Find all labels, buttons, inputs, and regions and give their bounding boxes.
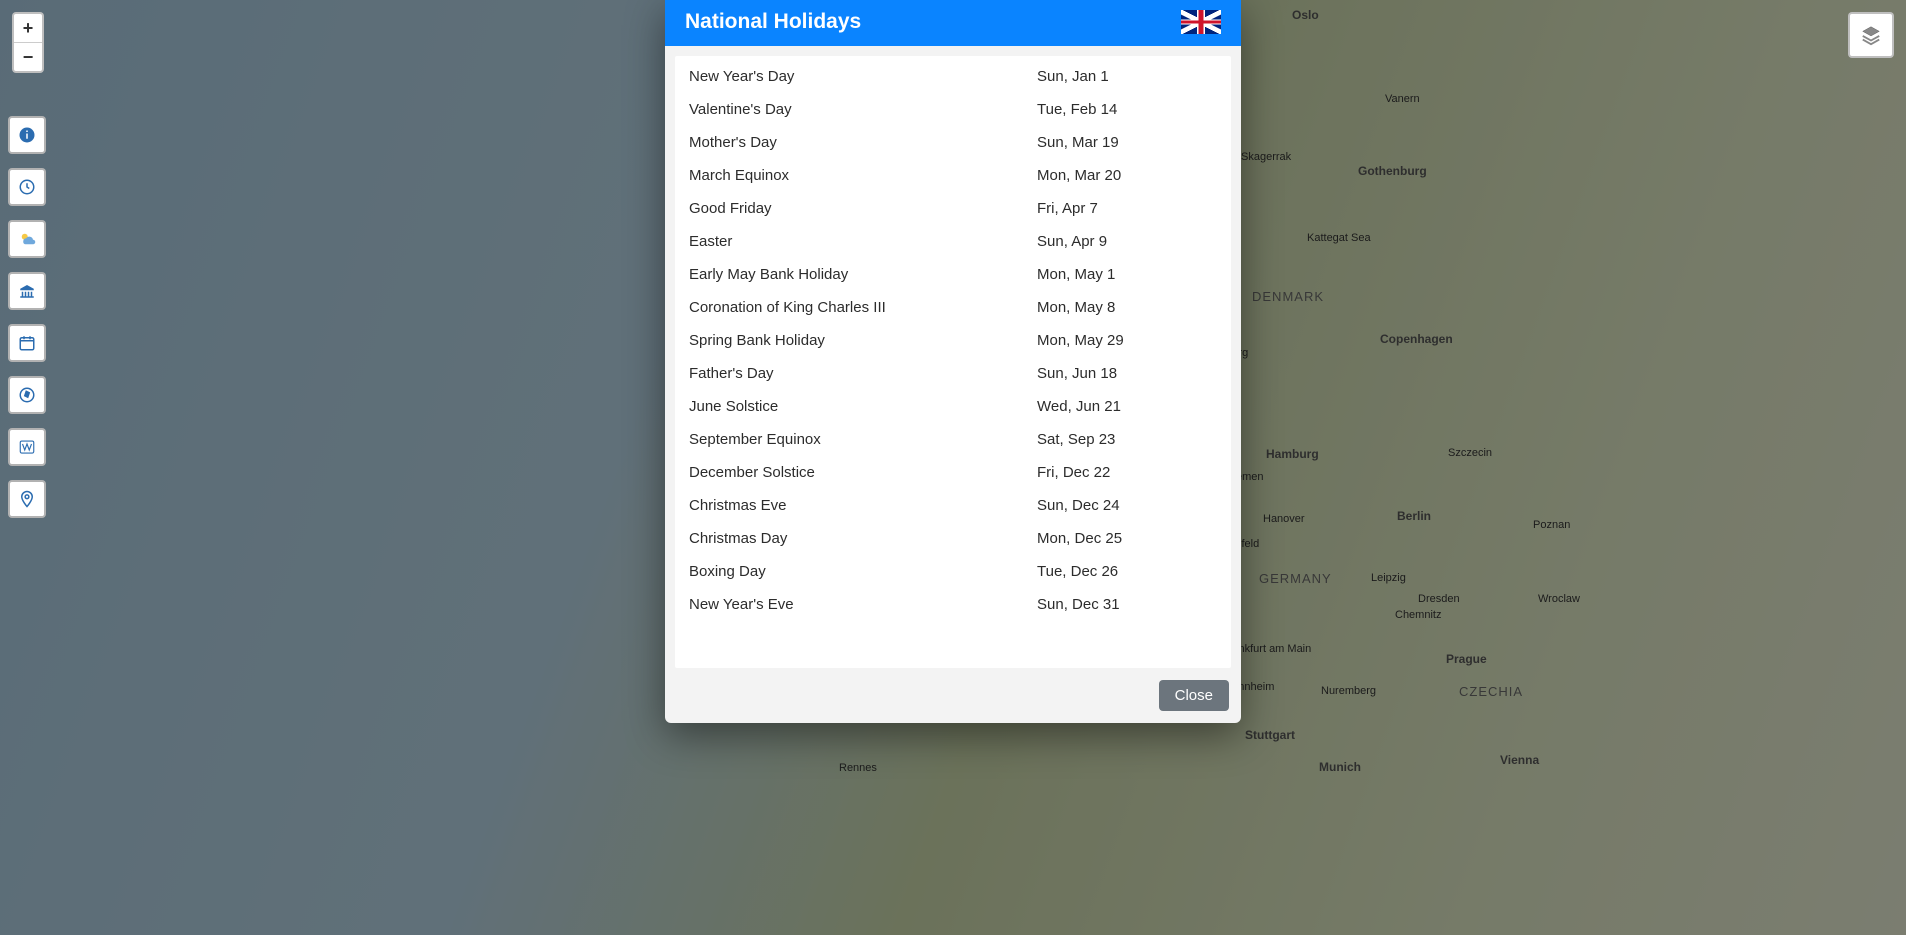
holiday-date: Mon, May 8 bbox=[1037, 299, 1217, 316]
holiday-name: Coronation of King Charles III bbox=[689, 299, 1037, 316]
tool-column bbox=[8, 116, 46, 518]
layers-icon bbox=[1860, 24, 1882, 46]
holiday-row: Boxing DayTue, Dec 26 bbox=[675, 555, 1231, 588]
clock-icon bbox=[18, 178, 36, 196]
compass-icon bbox=[18, 386, 36, 404]
location-button[interactable] bbox=[8, 480, 46, 518]
holiday-row: Valentine's DayTue, Feb 14 bbox=[675, 93, 1231, 126]
holiday-name: New Year's Eve bbox=[689, 596, 1037, 613]
holiday-name: Good Friday bbox=[689, 200, 1037, 217]
bank-icon bbox=[18, 282, 36, 300]
holiday-row: December SolsticeFri, Dec 22 bbox=[675, 456, 1231, 489]
compass-button[interactable] bbox=[8, 376, 46, 414]
holiday-row: September EquinoxSat, Sep 23 bbox=[675, 423, 1231, 456]
calendar-button[interactable] bbox=[8, 324, 46, 362]
holidays-list[interactable]: New Year's DaySun, Jan 1Valentine's DayT… bbox=[675, 56, 1231, 668]
holiday-name: Early May Bank Holiday bbox=[689, 266, 1037, 283]
close-button[interactable]: Close bbox=[1159, 680, 1229, 711]
zoom-out-button[interactable]: − bbox=[14, 42, 42, 71]
holiday-row: Coronation of King Charles IIIMon, May 8 bbox=[675, 291, 1231, 324]
modal-footer: Close bbox=[665, 668, 1241, 723]
info-icon bbox=[18, 126, 36, 144]
holiday-name: New Year's Day bbox=[689, 68, 1037, 85]
holiday-row: Early May Bank HolidayMon, May 1 bbox=[675, 258, 1231, 291]
holiday-date: Wed, Jun 21 bbox=[1037, 398, 1217, 415]
holiday-name: Boxing Day bbox=[689, 563, 1037, 580]
holiday-date: Mon, Dec 25 bbox=[1037, 530, 1217, 547]
holidays-modal: National Holidays New Year's DaySun, Jan… bbox=[665, 0, 1241, 723]
holiday-row: Father's DaySun, Jun 18 bbox=[675, 357, 1231, 390]
holiday-name: Mother's Day bbox=[689, 134, 1037, 151]
weather-button[interactable] bbox=[8, 220, 46, 258]
holiday-row: June SolsticeWed, Jun 21 bbox=[675, 390, 1231, 423]
modal-title: National Holidays bbox=[685, 10, 861, 34]
holiday-row: New Year's DaySun, Jan 1 bbox=[675, 60, 1231, 93]
holiday-date: Tue, Feb 14 bbox=[1037, 101, 1217, 118]
holiday-date: Fri, Dec 22 bbox=[1037, 464, 1217, 481]
holiday-name: June Solstice bbox=[689, 398, 1037, 415]
calendar-icon bbox=[18, 334, 36, 352]
holiday-date: Mon, May 1 bbox=[1037, 266, 1217, 283]
holiday-name: December Solstice bbox=[689, 464, 1037, 481]
bank-button[interactable] bbox=[8, 272, 46, 310]
info-button[interactable] bbox=[8, 116, 46, 154]
modal-header: National Holidays bbox=[665, 0, 1241, 46]
holiday-row: Mother's DaySun, Mar 19 bbox=[675, 126, 1231, 159]
holiday-date: Sun, Mar 19 bbox=[1037, 134, 1217, 151]
holiday-name: September Equinox bbox=[689, 431, 1037, 448]
weather-icon bbox=[18, 230, 36, 248]
holiday-name: Spring Bank Holiday bbox=[689, 332, 1037, 349]
holiday-name: Christmas Eve bbox=[689, 497, 1037, 514]
holiday-date: Tue, Dec 26 bbox=[1037, 563, 1217, 580]
zoom-in-button[interactable]: + bbox=[14, 14, 42, 42]
holiday-row: New Year's EveSun, Dec 31 bbox=[675, 588, 1231, 621]
holiday-name: Valentine's Day bbox=[689, 101, 1037, 118]
clock-button[interactable] bbox=[8, 168, 46, 206]
holiday-date: Mon, Mar 20 bbox=[1037, 167, 1217, 184]
wikipedia-icon bbox=[18, 438, 36, 456]
holiday-row: Christmas EveSun, Dec 24 bbox=[675, 489, 1231, 522]
holiday-date: Sun, Dec 24 bbox=[1037, 497, 1217, 514]
zoom-control: + − bbox=[12, 12, 44, 73]
holiday-date: Sun, Dec 31 bbox=[1037, 596, 1217, 613]
holiday-date: Sun, Apr 9 bbox=[1037, 233, 1217, 250]
holiday-row: EasterSun, Apr 9 bbox=[675, 225, 1231, 258]
holiday-date: Sat, Sep 23 bbox=[1037, 431, 1217, 448]
layers-button[interactable] bbox=[1848, 12, 1894, 58]
holiday-row: Good FridayFri, Apr 7 bbox=[675, 192, 1231, 225]
holiday-date: Mon, May 29 bbox=[1037, 332, 1217, 349]
holiday-date: Fri, Apr 7 bbox=[1037, 200, 1217, 217]
holiday-row: Spring Bank HolidayMon, May 29 bbox=[675, 324, 1231, 357]
holiday-name: Christmas Day bbox=[689, 530, 1037, 547]
holiday-name: Easter bbox=[689, 233, 1037, 250]
holiday-name: March Equinox bbox=[689, 167, 1037, 184]
holiday-date: Sun, Jan 1 bbox=[1037, 68, 1217, 85]
wikipedia-button[interactable] bbox=[8, 428, 46, 466]
holiday-date: Sun, Jun 18 bbox=[1037, 365, 1217, 382]
uk-flag-icon bbox=[1181, 10, 1221, 34]
holiday-name: Father's Day bbox=[689, 365, 1037, 382]
location-icon bbox=[18, 490, 36, 508]
holiday-row: Christmas DayMon, Dec 25 bbox=[675, 522, 1231, 555]
holiday-row: March EquinoxMon, Mar 20 bbox=[675, 159, 1231, 192]
